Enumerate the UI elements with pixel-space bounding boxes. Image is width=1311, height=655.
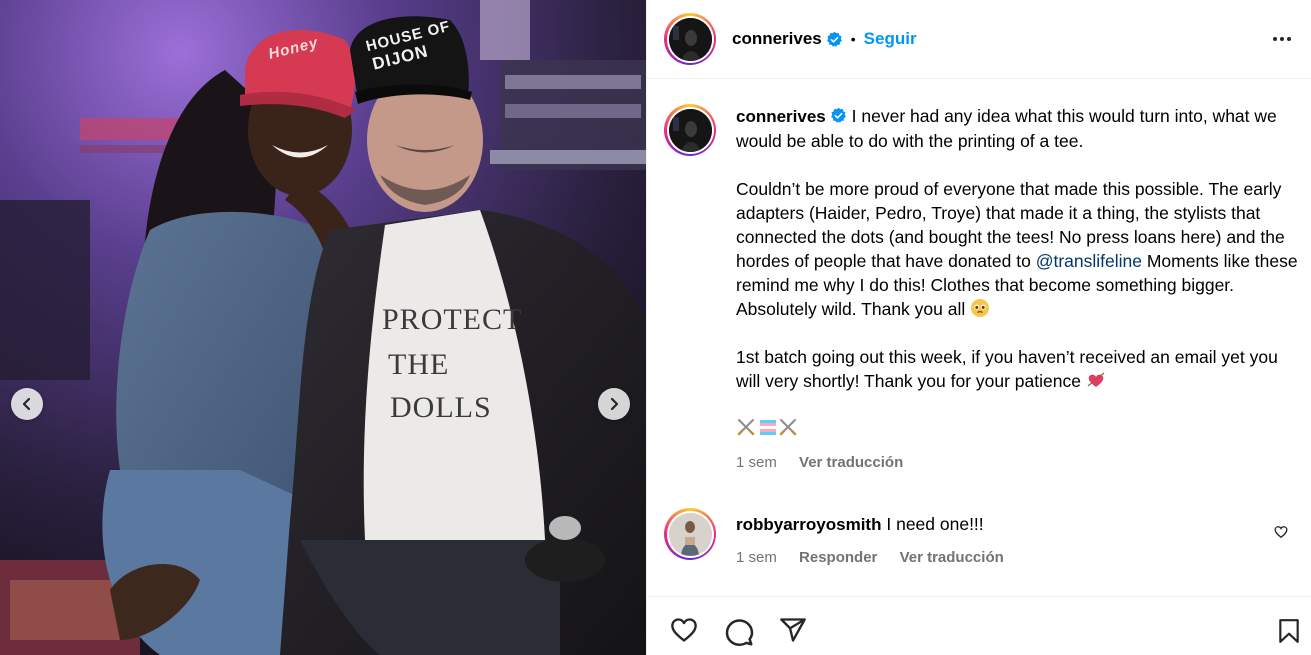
swords-and-flag-emoji-icon — [737, 419, 797, 436]
reply-link[interactable]: Responder — [799, 549, 877, 566]
comment-like-heart-icon[interactable] — [1274, 525, 1288, 539]
bookmark-icon[interactable] — [1276, 616, 1302, 646]
chevron-left-icon — [22, 397, 31, 411]
caption-username[interactable]: connerives — [736, 107, 826, 126]
caption-para-3: 1st batch going out this week, if you ha… — [736, 347, 1278, 391]
commenter-avatar[interactable] — [664, 508, 716, 560]
caption-author-avatar[interactable] — [664, 104, 716, 156]
shirt-text-line-3: DOLLS — [390, 391, 492, 424]
post-modal: HOUSE OF DIJON Honey PROTECT THE DOLLS c… — [0, 0, 1311, 655]
comment-timestamp[interactable]: 1 sem — [736, 549, 777, 566]
more-options-icon[interactable] — [1270, 27, 1294, 51]
comment-translate-link[interactable]: Ver traducción — [900, 549, 1004, 566]
heart-icon[interactable] — [669, 616, 699, 644]
verified-badge-icon — [826, 31, 842, 47]
mention-link[interactable]: @translifeline — [1036, 251, 1142, 271]
caption-emoji-row — [736, 417, 1304, 443]
comment-meta: 1 sem Responder Ver traducción — [736, 546, 1256, 570]
heart-with-arrow-emoji-icon — [1087, 372, 1105, 387]
shirt-text-line-1: PROTECT — [382, 303, 523, 336]
post-side-panel: connerives • Seguir connerives I never h… — [646, 0, 1311, 655]
caption-meta: 1 sem Ver traducción — [736, 451, 1304, 475]
previous-photo-button[interactable] — [11, 388, 43, 420]
next-photo-button[interactable] — [598, 388, 630, 420]
caption-timestamp[interactable]: 1 sem — [736, 454, 777, 471]
photo-scene — [0, 0, 646, 655]
verified-badge-icon — [830, 107, 846, 123]
header-separator: • — [850, 31, 856, 47]
comment-icon[interactable] — [724, 616, 754, 646]
post-header: connerives • Seguir — [647, 0, 1311, 79]
comment-body: robbyarroyosmith I need one!!! 1 sem Res… — [736, 512, 1256, 570]
caption-translate-link[interactable]: Ver traducción — [799, 454, 903, 471]
author-username[interactable]: connerives — [732, 29, 822, 49]
post-caption: connerives I never had any idea what thi… — [664, 104, 1304, 475]
commenter-username[interactable]: robbyarroyosmith — [736, 515, 881, 534]
chevron-right-icon — [610, 397, 619, 411]
pleading-face-emoji-icon — [971, 299, 990, 317]
author-avatar[interactable] — [664, 13, 716, 65]
caption-body: connerives I never had any idea what thi… — [736, 104, 1304, 475]
post-photo: HOUSE OF DIJON Honey PROTECT THE DOLLS — [0, 0, 646, 655]
shirt-text-line-2: THE — [388, 348, 450, 381]
comment-item: robbyarroyosmith I need one!!! 1 sem Res… — [664, 508, 1304, 570]
post-action-bar — [647, 596, 1311, 655]
share-icon[interactable] — [778, 616, 808, 644]
comment-text: I need one!!! — [886, 514, 984, 534]
follow-button[interactable]: Seguir — [864, 29, 917, 49]
